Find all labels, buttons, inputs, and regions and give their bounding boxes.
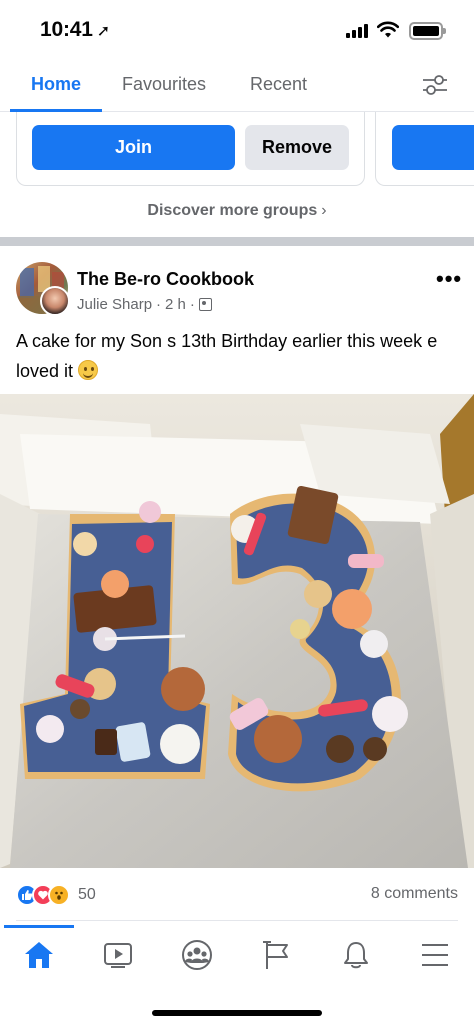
feed-tabs: Home Favourites Recent (0, 62, 474, 112)
flag-icon (263, 941, 288, 969)
status-time: 10:41 ➚ (40, 18, 110, 41)
join-button-next[interactable] (392, 125, 474, 170)
join-button[interactable]: Join (32, 125, 235, 170)
bell-icon (344, 942, 368, 969)
nav-menu[interactable] (417, 939, 453, 971)
video-icon (104, 943, 132, 968)
nav-video[interactable] (100, 939, 136, 971)
post-divider (16, 920, 458, 921)
cellular-signal-icon (346, 24, 370, 38)
wow-reaction-icon (48, 884, 70, 906)
tab-home[interactable]: Home (31, 74, 81, 95)
battery-icon (409, 22, 446, 40)
menu-icon (422, 944, 448, 966)
comments-count-link[interactable]: 8 comments (371, 885, 458, 903)
reaction-count: 50 (78, 886, 96, 903)
post-author[interactable]: Julie Sharp (77, 296, 152, 313)
nav-home[interactable] (21, 939, 57, 971)
tab-recent[interactable]: Recent (250, 74, 307, 95)
nav-notifications[interactable] (338, 939, 374, 971)
tab-favourites[interactable]: Favourites (122, 74, 206, 95)
post-meta: Julie Sharp · 2 h · (77, 296, 212, 313)
active-nav-indicator (4, 925, 74, 928)
home-indicator[interactable] (152, 1010, 322, 1016)
group-privacy-icon (198, 298, 212, 311)
home-icon (25, 942, 53, 968)
post-time[interactable]: 2 h (165, 296, 186, 313)
more-options-icon[interactable]: ••• (436, 266, 462, 292)
discover-more-groups-link[interactable]: Discover more groups › (0, 202, 474, 220)
bottom-navigation (0, 925, 474, 985)
groups-icon (182, 940, 212, 970)
reaction-summary[interactable]: 50 (16, 882, 96, 908)
wifi-icon (377, 21, 399, 38)
author-avatar[interactable] (40, 286, 70, 316)
smiley-emoji-icon (78, 360, 99, 380)
status-bar: 10:41 ➚ (0, 0, 474, 62)
post-text: A cake for my Son s 13th Birthday earlie… (16, 331, 438, 381)
remove-button[interactable]: Remove (245, 125, 349, 170)
nav-groups[interactable] (179, 939, 215, 971)
feed-separator (0, 237, 474, 246)
chevron-right-icon: › (321, 202, 327, 219)
post-group-name[interactable]: The Be-ro Cookbook (77, 269, 254, 290)
nav-pages[interactable] (259, 939, 295, 971)
location-arrow-icon: ➚ (96, 23, 110, 40)
sliders-icon[interactable] (421, 72, 449, 98)
post-photo[interactable] (0, 394, 474, 868)
